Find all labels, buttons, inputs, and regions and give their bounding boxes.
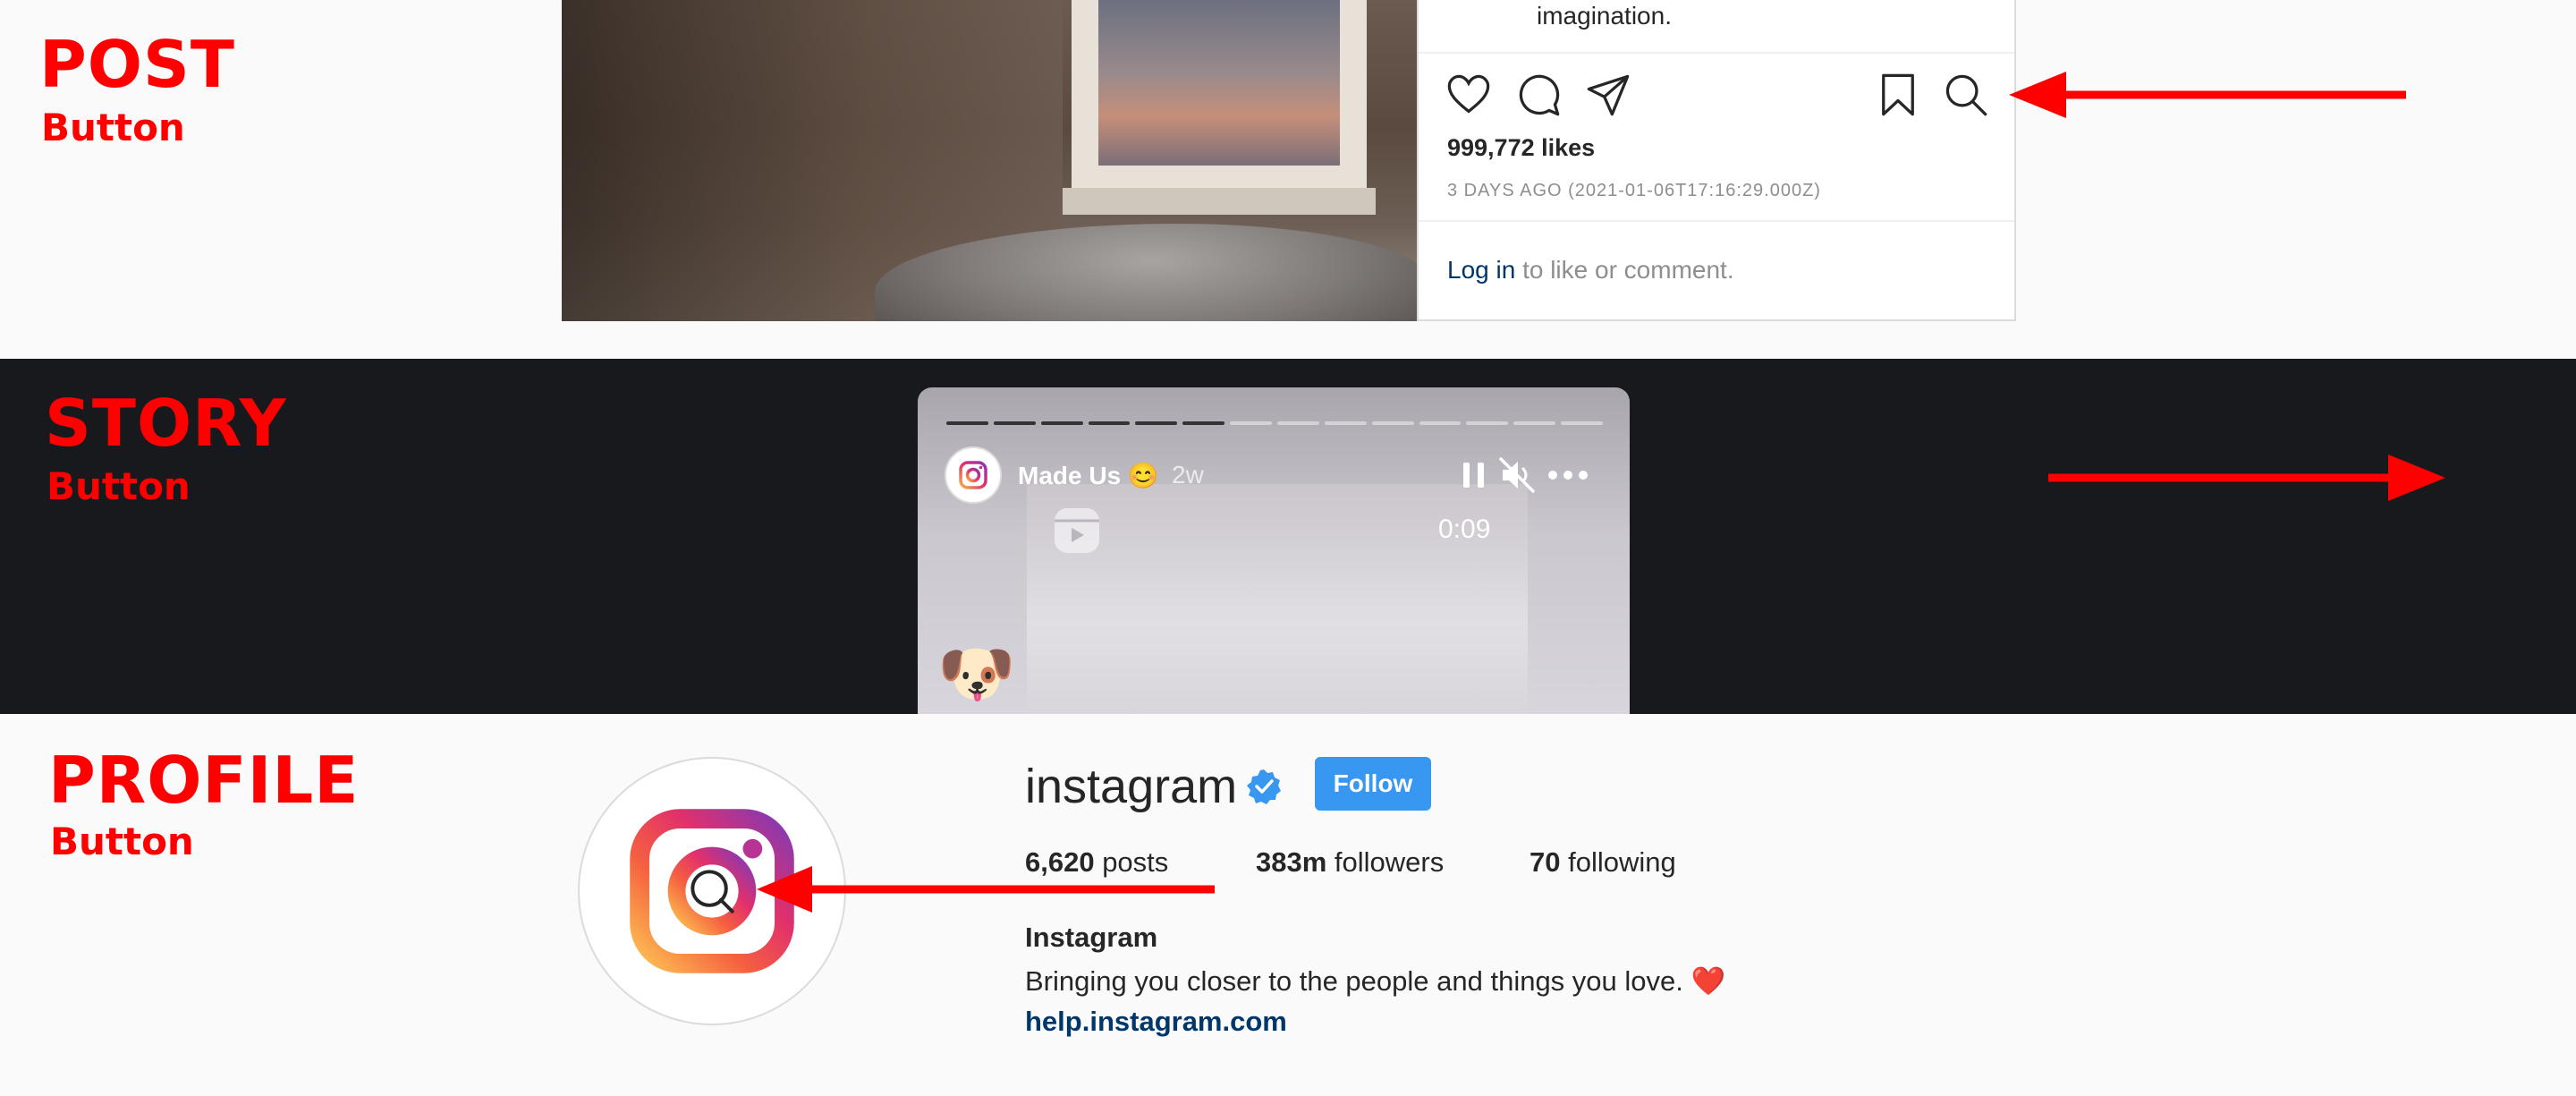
post-panel: POST Button imagination. 999,772 likes 3… (0, 0, 2576, 359)
login-prompt-text: to like or comment. (1515, 256, 1734, 284)
login-prompt: Log in to like or comment. (1447, 256, 1734, 285)
story-progress-segment (1466, 421, 1509, 425)
divider (1419, 52, 2014, 54)
pause-icon[interactable] (1454, 455, 1494, 495)
story-progress-segment (1230, 421, 1273, 425)
login-link[interactable]: Log in (1447, 256, 1515, 284)
image-window-sky (1098, 0, 1340, 166)
story-progress-segment (946, 421, 988, 425)
posts-count: 6,620 (1025, 846, 1095, 878)
profile-website-link[interactable]: help.instagram.com (1025, 1006, 1287, 1038)
bookmark-icon[interactable] (1875, 72, 1921, 118)
following-stat[interactable]: 70 following (1530, 846, 1676, 879)
profile-annotation-subtitle: Button (50, 820, 194, 863)
story-card[interactable]: Made Us 😊 2w 0:09 🐶 (918, 387, 1630, 714)
heart-icon[interactable] (1445, 72, 1492, 118)
profile-bio: Bringing you closer to the people and th… (1025, 965, 1726, 997)
story-progress-segment (1277, 421, 1319, 425)
followers-label: followers (1326, 846, 1445, 878)
post-sidebar: imagination. 999,772 likes 3 DAYS AGO (2… (1417, 0, 2016, 321)
share-icon[interactable] (1585, 72, 1631, 118)
verified-badge-icon (1247, 769, 1281, 804)
dog-emoji-sticker: 🐶 (937, 639, 1016, 709)
post-image[interactable] (562, 0, 1417, 321)
instagram-logo-icon (630, 809, 794, 973)
story-progress-segment (1419, 421, 1462, 425)
profile-panel: PROFILE Button instagram Follow 6,620 po… (0, 714, 2576, 1096)
story-timer: 0:09 (1438, 514, 1491, 544)
following-label: following (1560, 846, 1676, 878)
followers-stat[interactable]: 383m followers (1256, 846, 1444, 879)
comment-icon[interactable] (1515, 72, 1562, 118)
reel-icon (1055, 508, 1099, 553)
image-window-sill (1063, 188, 1376, 215)
story-progress-segment (993, 421, 1036, 425)
divider (1419, 220, 2014, 222)
story-progress-segment (1561, 421, 1604, 425)
story-progress-bar (946, 421, 1604, 425)
post-timestamp[interactable]: 3 DAYS AGO (2021-01-06T17:16:29.000Z) (1447, 181, 1821, 201)
profile-annotation-title: PROFILE (48, 743, 360, 818)
mute-icon[interactable] (1497, 455, 1537, 495)
story-time: 2w (1172, 461, 1204, 489)
post-annotation-subtitle: Button (41, 106, 185, 149)
story-progress-segment (1040, 421, 1083, 425)
likes-count[interactable]: 999,772 likes (1447, 134, 1595, 162)
profile-username: instagram (1025, 760, 1238, 813)
search-icon[interactable] (1943, 72, 1989, 118)
story-avatar[interactable] (945, 446, 1002, 504)
followers-count: 383m (1256, 846, 1327, 878)
profile-display-name: Instagram (1025, 922, 1158, 953)
profile-picture[interactable] (578, 757, 846, 1025)
story-username[interactable]: Made Us 😊 (1018, 461, 1159, 490)
story-progress-segment (1088, 421, 1131, 425)
story-annotation-title: STORY (45, 386, 287, 461)
story-progress-segment (1371, 421, 1414, 425)
story-panel: STORY Button Made Us 😊 2w 0:09 🐶 (0, 359, 2576, 856)
story-progress-segment (1324, 421, 1367, 425)
story-progress-segment (1182, 421, 1225, 425)
post-annotation-title: POST (39, 27, 235, 102)
story-progress-segment (1513, 421, 1556, 425)
post-caption: imagination. (1537, 2, 1672, 30)
story-annotation-subtitle: Button (47, 464, 191, 508)
follow-button[interactable]: Follow (1315, 757, 1431, 811)
story-progress-segment (1135, 421, 1178, 425)
more-icon[interactable] (1544, 455, 1592, 495)
posts-label: posts (1094, 846, 1169, 878)
posts-stat[interactable]: 6,620 posts (1025, 846, 1168, 879)
instagram-logo-icon (959, 461, 987, 489)
following-count: 70 (1530, 846, 1561, 878)
